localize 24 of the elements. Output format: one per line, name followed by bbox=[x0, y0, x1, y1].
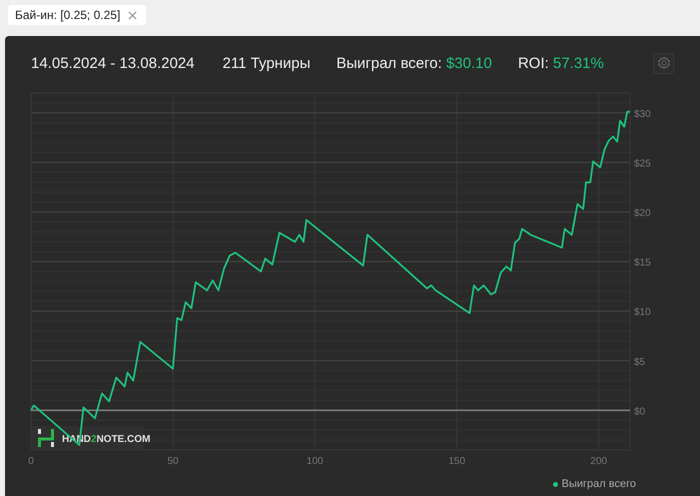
close-icon[interactable] bbox=[128, 10, 138, 20]
logo-icon bbox=[38, 429, 54, 447]
date-range: 14.05.2024 - 13.08.2024 bbox=[31, 54, 194, 72]
y-axis-label: $20 bbox=[634, 208, 651, 219]
settings-icon bbox=[656, 56, 670, 70]
x-axis-label: 150 bbox=[448, 456, 466, 467]
settings-button[interactable] bbox=[653, 52, 674, 74]
y-axis-label: $5 bbox=[634, 356, 646, 368]
x-axis-label: 200 bbox=[590, 456, 608, 467]
tournament-count: 211 Турниры bbox=[222, 54, 310, 72]
y-axis-label: $15 bbox=[634, 258, 651, 269]
y-axis-label: $10 bbox=[634, 307, 651, 318]
legend-label: Выиграл всего bbox=[562, 478, 636, 490]
filter-label: Бай-ин: [0.25; 0.25] bbox=[15, 8, 120, 22]
y-axis-label: $25 bbox=[634, 158, 651, 170]
x-axis-label: 50 bbox=[167, 456, 178, 467]
x-axis-label: 100 bbox=[306, 456, 324, 467]
y-axis-label: $0 bbox=[634, 406, 646, 418]
total-won-value: $30.10 bbox=[446, 54, 492, 72]
roi-label: ROI: bbox=[518, 54, 549, 72]
total-won-label: Выиграл всего: bbox=[336, 54, 442, 72]
y-axis-label: $30 bbox=[634, 108, 651, 120]
x-axis-label: 0 bbox=[28, 456, 34, 467]
roi-value: 57.31% bbox=[552, 54, 604, 72]
